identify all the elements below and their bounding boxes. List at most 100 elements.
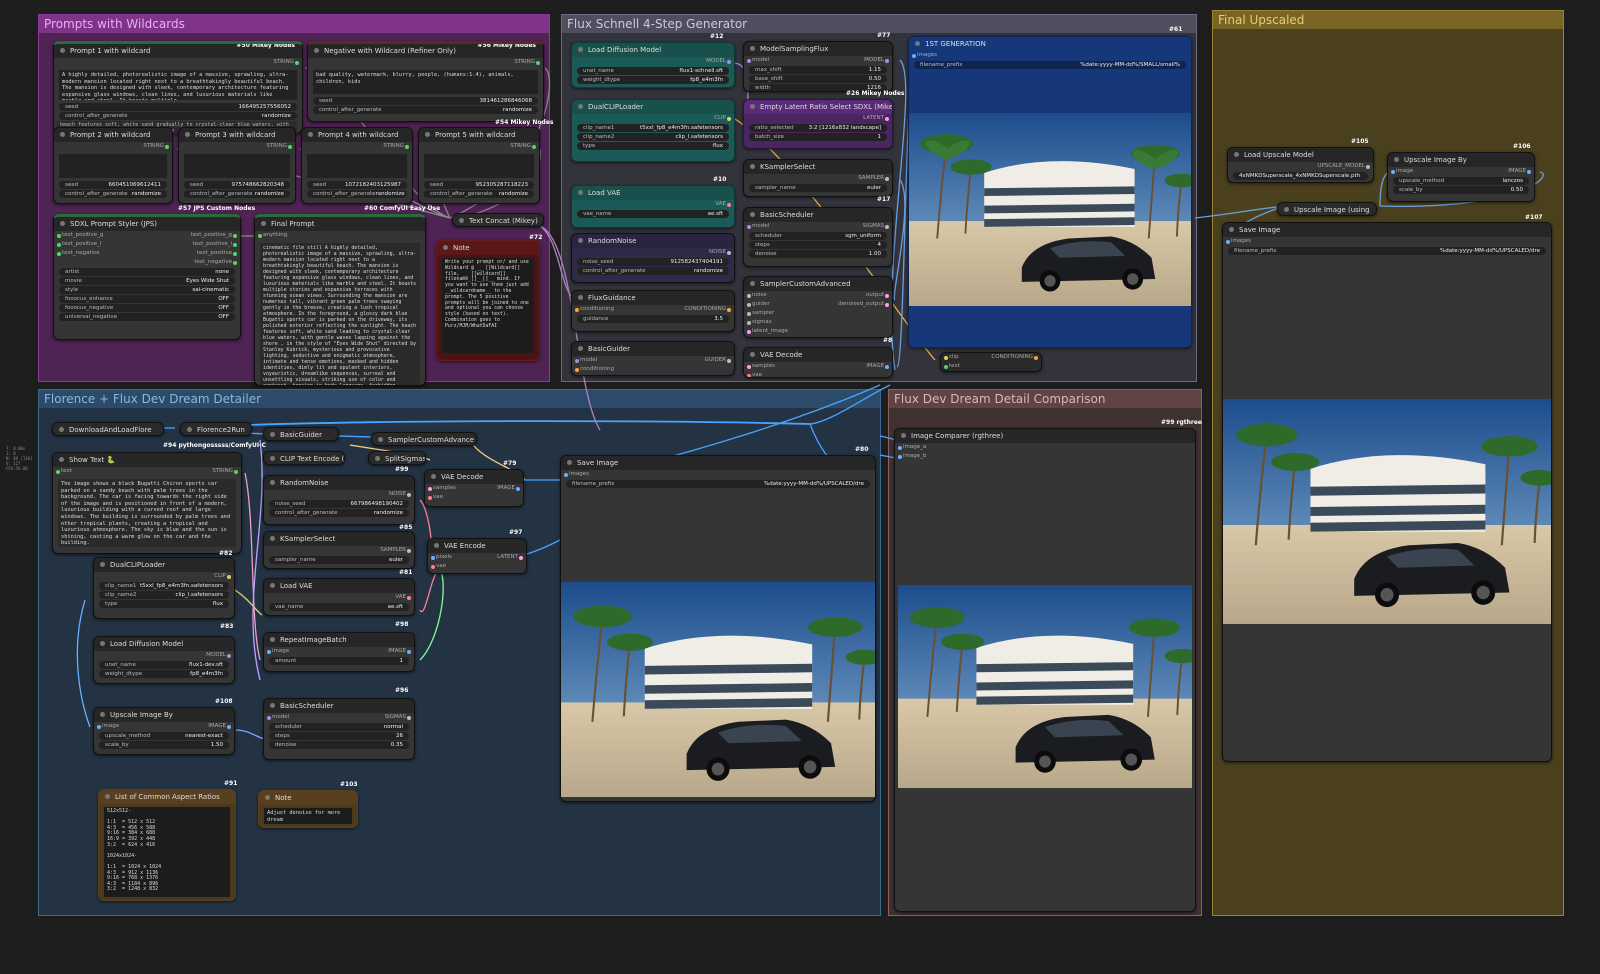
unet-name-widget[interactable]: unet_name flux1-dev.sft (99, 661, 229, 669)
node-ksampler-select[interactable]: KSamplerSelect SAMPLER sampler_name euler (743, 159, 893, 197)
control-after-generate-widget[interactable]: control_after_generate randomize (184, 190, 290, 198)
node-vae-decode[interactable]: VAE Decode samples vae IMAGE (743, 347, 893, 378)
input-text-positive-g[interactable]: text_positive_g (54, 231, 111, 240)
control-after-generate-widget[interactable]: control_after_generate randomize (577, 267, 729, 275)
output-string[interactable]: STRING (54, 142, 172, 151)
node-title[interactable]: VAE Decode (425, 470, 523, 484)
max-shift-widget[interactable]: max_shift 1.15 (749, 66, 887, 74)
output-string[interactable]: STRING (54, 58, 302, 67)
input-conditioning[interactable]: conditioning (572, 305, 622, 314)
input-vae[interactable]: vae (428, 562, 460, 571)
node-upscale-image-using[interactable]: Upscale Image (using (1277, 202, 1377, 216)
node-prompt-4[interactable]: Prompt 4 with wildcard STRING seed 107218… (301, 127, 413, 204)
node-split-sigmas[interactable]: SplitSigmas (368, 451, 426, 465)
input-pixels[interactable]: pixels (428, 553, 460, 562)
node-title[interactable]: Save Image (1223, 223, 1551, 237)
sampler-name-widget[interactable]: sampler_name euler (749, 184, 887, 192)
node-dualcliploader[interactable]: DualCLIPLoader CLIP clip_name1 t5xxl_fp8_… (571, 99, 735, 162)
node-load-diffusion-model-2[interactable]: Load Diffusion Model MODEL unet_name flux… (93, 636, 235, 684)
output-vae[interactable]: VAE (264, 593, 414, 602)
node-title[interactable]: Note (259, 791, 357, 805)
node-download-load-florence[interactable]: DownloadAndLoadFlore (52, 422, 164, 436)
output-denoised[interactable]: denoised_output (830, 300, 892, 309)
output-output[interactable]: output (830, 291, 892, 300)
input-text[interactable]: text (53, 467, 80, 476)
output-image[interactable]: IMAGE (858, 362, 892, 371)
noise-seed-widget[interactable]: noise_seed 912582437404191 (577, 258, 729, 266)
input-noise[interactable]: noise (744, 291, 796, 300)
node-title[interactable]: Load Diffusion Model (94, 637, 234, 651)
node-prompt-3[interactable]: Prompt 3 with wildcard STRING seed 975748… (178, 127, 296, 204)
output-image[interactable]: IMAGE (200, 722, 234, 731)
node-title[interactable]: Load Diffusion Model (572, 43, 734, 57)
node-empty-latent-ratio[interactable]: Empty Latent Ratio Select SDXL (Mikey) L… (743, 99, 893, 149)
vae-name-widget[interactable]: vae_name ae.sft (269, 603, 409, 611)
steps-widget[interactable]: steps 26 (269, 732, 409, 740)
output-conditioning[interactable]: CONDITIONING (983, 353, 1041, 362)
node-title[interactable]: Load VAE (572, 186, 734, 200)
node-flux-guidance[interactable]: FluxGuidance conditioning CONDITIONING gu… (571, 290, 735, 332)
node-title[interactable]: BasicGuider (572, 342, 734, 356)
output-conditioning[interactable]: CONDITIONING (676, 305, 734, 314)
node-note-denoise[interactable]: Note Adjust denoise for more dream (258, 790, 358, 828)
artist-widget[interactable]: artist none (59, 268, 235, 276)
node-load-upscale-model[interactable]: Load Upscale Model UPSCALE_MODEL 4xNMKDS… (1227, 147, 1374, 183)
node-load-diffusion-model[interactable]: Load Diffusion Model MODEL unet_name flux… (571, 42, 735, 88)
fooocus-enhance-widget[interactable]: fooocus_enhance OFF (59, 295, 235, 303)
noise-seed-widget[interactable]: noise_seed 667986498190402 (269, 500, 409, 508)
unet-name-widget[interactable]: unet_name flux1-schnell.sft (577, 67, 729, 75)
node-title[interactable]: DualCLIPLoader (94, 558, 234, 572)
node-title[interactable]: VAE Decode (744, 348, 892, 362)
input-image-a[interactable]: image_a (895, 443, 1195, 452)
prompt-textarea[interactable] (184, 154, 290, 178)
node-final-prompt[interactable]: Final Prompt anything cinematic film sti… (254, 214, 426, 386)
universal-negative-widget[interactable]: universal_negative OFF (59, 313, 235, 321)
type-widget[interactable]: type flux (577, 142, 729, 150)
node-title[interactable]: SDXL Prompt Styler (JPS) (54, 217, 240, 231)
output-string[interactable]: STRING (419, 142, 539, 151)
output-upscale-model[interactable]: UPSCALE_MODEL (1228, 162, 1373, 171)
node-sampler-custom-advance-2[interactable]: SamplerCustomAdvance (371, 432, 477, 446)
note-text[interactable]: Adjust denoise for more dream (264, 808, 352, 824)
filename-prefix-widget[interactable]: filename_prefix %date:yyyy-MM-dd%/UPSCALE… (566, 480, 870, 488)
node-title[interactable]: Image Comparer (rgthree) (895, 429, 1195, 443)
node-basic-guider[interactable]: BasicGuider model conditioning GUIDER (571, 341, 735, 376)
input-samples[interactable]: samples (744, 362, 783, 371)
weight-dtype-widget[interactable]: weight_dtype fp8_e4m3fn (577, 76, 729, 84)
node-basic-scheduler-2[interactable]: BasicScheduler model SIGMAS scheduler norm… (263, 698, 415, 760)
output-latent[interactable]: LATENT (744, 114, 892, 123)
output-text-positive[interactable]: text_positive (183, 249, 240, 258)
model-name-widget[interactable]: 4xNMKDSuperscale_4xNMKDSuperscale.pth (1233, 172, 1368, 180)
input-samples[interactable]: samples (425, 484, 464, 493)
node-title[interactable]: Prompt 5 with wildcard (419, 128, 539, 142)
seed-widget[interactable]: seed 166495257556052 (59, 103, 297, 111)
output-noise[interactable]: NOISE (572, 248, 734, 257)
output-string[interactable]: STRING (204, 467, 241, 476)
node-title[interactable]: Save Image (561, 456, 875, 470)
seed-widget[interactable]: seed 975748662820348 (184, 181, 290, 189)
node-show-text[interactable]: Show Text 🐍 text STRING The image shows a… (52, 452, 242, 554)
node-basic-guider-2[interactable]: BasicGuider (263, 427, 339, 441)
node-repeat-image-batch[interactable]: RepeatImageBatch image IMAGE amount 1 (263, 632, 415, 672)
amount-widget[interactable]: amount 1 (269, 657, 409, 665)
output-model[interactable]: MODEL (572, 57, 734, 66)
upscale-method-widget[interactable]: upscale_method lanczos (1393, 177, 1529, 185)
node-title[interactable]: FluxGuidance (572, 291, 734, 305)
upscale-method-widget[interactable]: upscale_method nearest-exact (99, 732, 229, 740)
aspect-ratios-text[interactable]: 512x512- 1:1 = 512 x 512 4:3 = 456 x 588… (104, 807, 230, 897)
node-title[interactable]: RandomNoise (264, 476, 414, 490)
scale-by-widget[interactable]: scale_by 0.50 (1393, 186, 1529, 194)
node-negative-wildcard[interactable]: Negative with Wildcard (Refiner Only) #5… (307, 41, 544, 122)
node-title[interactable]: Load VAE (264, 579, 414, 593)
output-guider[interactable]: GUIDER (697, 356, 734, 365)
output-image[interactable]: IMAGE (380, 647, 414, 656)
node-ksampler-select-2[interactable]: KSamplerSelect SAMPLER sampler_name euler (263, 531, 415, 569)
node-upscale-image-by[interactable]: Upscale Image By image IMAGE upscale_meth… (1387, 152, 1535, 202)
output-clip[interactable]: CLIP (572, 114, 734, 123)
output-image[interactable]: IMAGE (1500, 167, 1534, 176)
output-latent[interactable]: LATENT (489, 553, 526, 562)
node-title[interactable]: ModelSamplingFlux (744, 42, 892, 56)
output-text-positive-l[interactable]: text_positive_l (183, 240, 240, 249)
guidance-widget[interactable]: guidance 3.5 (577, 315, 729, 323)
node-title[interactable]: BasicScheduler (744, 208, 892, 222)
